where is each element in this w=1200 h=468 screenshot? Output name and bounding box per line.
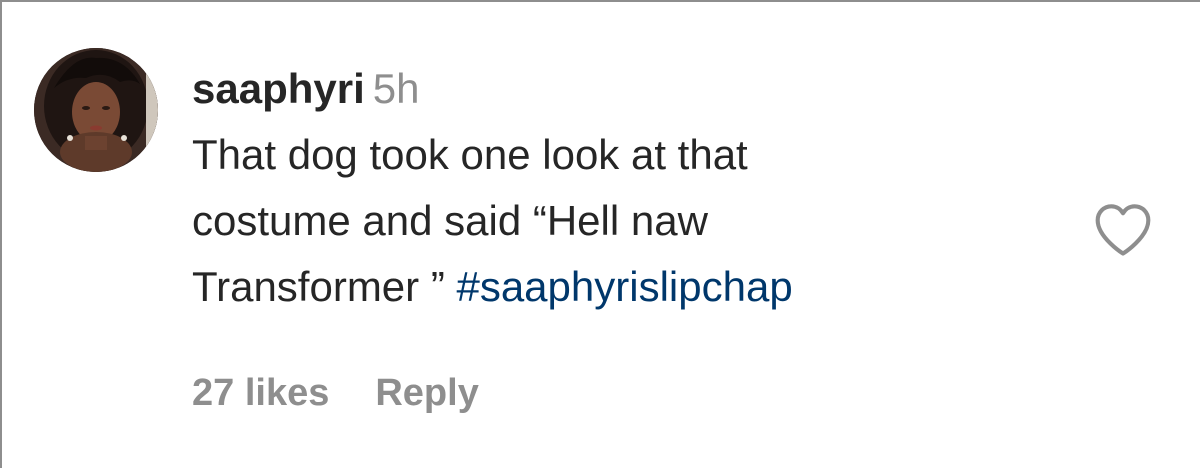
avatar-image <box>34 48 158 172</box>
comment-text-line-2: costume and said “Hell naw <box>192 197 708 244</box>
comment-text-line-1: That dog took one look at that <box>192 131 748 178</box>
avatar[interactable] <box>34 48 158 172</box>
comment: saaphyri 5h That dog took one look at tha… <box>2 2 1200 468</box>
username-link[interactable]: saaphyri <box>192 65 365 112</box>
comment-actions: 27 likes Reply <box>192 364 479 422</box>
likes-count-button[interactable]: 27 likes <box>192 372 329 414</box>
comment-header: saaphyri 5h <box>192 60 1052 118</box>
like-button[interactable] <box>1092 200 1154 258</box>
reply-button[interactable]: Reply <box>375 372 478 414</box>
comment-content: saaphyri 5h That dog took one look at tha… <box>192 60 1052 320</box>
timestamp[interactable]: 5h <box>373 65 420 112</box>
heart-outline-icon <box>1095 204 1151 256</box>
comment-text: That dog took one look at that costume a… <box>192 122 1052 320</box>
comment-text-line-3: Transformer ” <box>192 263 457 310</box>
hashtag-link[interactable]: #saaphyrislipchap <box>456 263 792 310</box>
